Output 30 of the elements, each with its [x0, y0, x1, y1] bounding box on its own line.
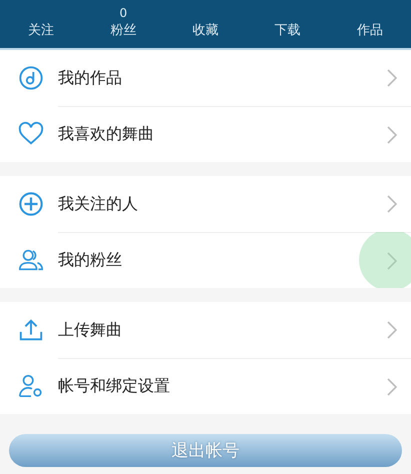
chevron-right-icon — [387, 69, 397, 87]
chevron-right-icon — [387, 252, 397, 270]
menu-item[interactable]: 我关注的人 — [0, 176, 411, 232]
stat-tab[interactable]: 收藏 — [192, 23, 218, 39]
chevron-right-icon — [387, 126, 397, 144]
menu-label: 我关注的人 — [58, 194, 138, 214]
menu-item[interactable]: 帐号和绑定设置 — [0, 358, 411, 414]
chevron-right-icon — [387, 321, 397, 339]
stat-count: 0 — [119, 6, 128, 20]
upload-icon — [18, 317, 44, 343]
music-note-icon — [18, 65, 44, 91]
stat-tab[interactable]: 作品 — [356, 23, 383, 39]
chevron-right-icon — [387, 195, 397, 213]
stat-tab[interactable]: 关注 — [28, 23, 54, 39]
menu-item[interactable]: 我的作品 — [0, 50, 411, 106]
menu-label: 上传舞曲 — [58, 320, 122, 340]
menu-label: 我喜欢的舞曲 — [58, 124, 154, 145]
menu-item[interactable]: 上传舞曲 — [0, 302, 411, 358]
menu-item[interactable]: 我的粉丝 — [0, 232, 411, 288]
heart-icon — [18, 121, 44, 147]
users-icon — [18, 247, 44, 273]
stat-tab[interactable]: 粉丝 — [110, 23, 136, 39]
menu-label: 帐号和绑定设置 — [58, 376, 170, 397]
user-settings-icon — [18, 373, 44, 399]
menu-label: 我的粉丝 — [58, 250, 122, 271]
menu-item[interactable]: 我喜欢的舞曲 — [0, 106, 411, 162]
chevron-right-icon — [387, 378, 397, 396]
menu-label: 我的作品 — [58, 68, 122, 88]
stat-tab[interactable]: 下载 — [274, 23, 301, 39]
plus-icon — [18, 191, 44, 217]
